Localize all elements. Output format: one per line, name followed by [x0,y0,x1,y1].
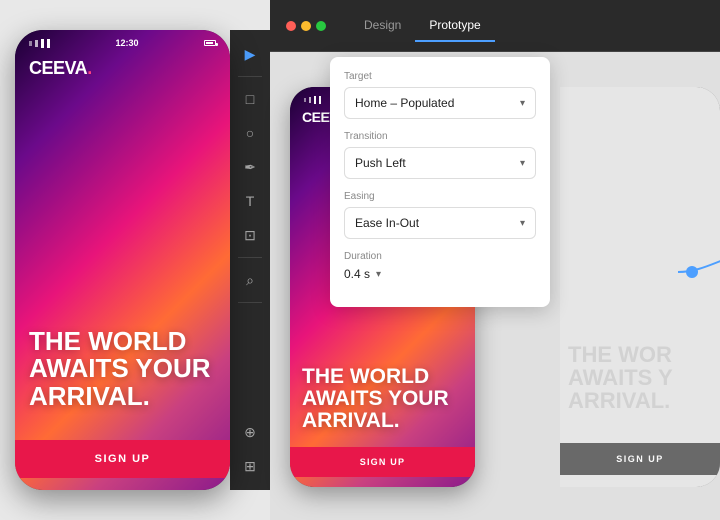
duration-value: 0.4 s [344,267,370,281]
transition-value: Push Left [355,156,406,170]
easing-value: Ease In-Out [355,216,419,230]
connection-dot [686,266,698,278]
tool-divider-3 [238,302,262,303]
easing-label: Easing [344,191,536,202]
tool-divider-2 [238,257,262,258]
tab-prototype[interactable]: Prototype [415,10,494,42]
prototype-panel: Target Home – Populated ▾ Transition Pus… [330,57,550,307]
duration-dropdown-arrow[interactable]: ▾ [376,269,381,280]
main-content: Design Prototype 12:30 [270,0,720,520]
target-dropdown[interactable]: Home – Populated ▾ [344,87,536,119]
toolbar: ▶ □ ○ ✒ T ⊡ ⌕ ⊕ ⊞ [230,30,270,490]
tool-zoom[interactable]: ⌕ [236,266,264,294]
canvas-area: 12:30 CEEVA. THE WORLD AWAITS YOUR ARRIV… [270,52,720,520]
phone-time-left: 12:30 [115,38,138,48]
easing-dropdown-arrow: ▾ [520,218,525,229]
phone-tagline-center: THE WORLD AWAITS YOUR ARRIVAL. [302,366,465,432]
target-field: Target Home – Populated ▾ [344,71,536,119]
target-dropdown-arrow: ▾ [520,98,525,109]
phone-logo-left: CEEVA. [29,58,92,79]
easing-dropdown[interactable]: Ease In-Out ▾ [344,207,536,239]
transition-dropdown-arrow: ▾ [520,158,525,169]
phone-right-cta-text: SIGN UP [616,454,664,464]
tool-frame[interactable]: □ [236,85,264,113]
tool-select[interactable]: ▶ [236,40,264,68]
close-button[interactable] [286,21,296,31]
phone-right: THE WOR AWAITS Y ARRIVAL. SIGN UP [560,87,720,487]
phone-right-screen: THE WOR AWAITS Y ARRIVAL. SIGN UP [560,87,720,487]
transition-field: Transition Push Left ▾ [344,131,536,179]
phone-status-bar-left: 12:30 [15,38,230,48]
tab-bar: Design Prototype [350,10,495,42]
phone-left: 12:30 CEEVA. THE WORLD AWAITS YOUR ARRIV… [15,30,230,490]
target-value: Home – Populated [355,96,454,110]
phone-cta-text-left: SIGN UP [95,453,151,465]
phone-cta-text-center: SIGN UP [360,457,405,467]
phone-cta-left: SIGN UP [15,440,230,478]
tool-component[interactable]: ⊡ [236,221,264,249]
phone-tagline-left: THE WORLD AWAITS YOUR ARRIVAL. [29,328,216,410]
target-label: Target [344,71,536,82]
minimize-button[interactable] [301,21,311,31]
tool-layers[interactable]: ⊞ [236,452,264,480]
phone-left-screen: 12:30 CEEVA. THE WORLD AWAITS YOUR ARRIV… [15,30,230,490]
phone-right-cta: SIGN UP [560,443,720,475]
phone-status-icons [204,40,216,46]
tab-design[interactable]: Design [350,10,415,42]
duration-label: Duration [344,251,536,262]
signal-icons-center [304,96,321,104]
transition-dropdown[interactable]: Push Left ▾ [344,147,536,179]
signal-icons [29,39,50,48]
tool-text[interactable]: T [236,187,264,215]
app-container: 12:30 CEEVA. THE WORLD AWAITS YOUR ARRIV… [0,0,720,520]
tool-shape[interactable]: ○ [236,119,264,147]
maximize-button[interactable] [316,21,326,31]
duration-row: 0.4 s ▾ [344,267,536,281]
traffic-lights [286,21,326,31]
easing-field: Easing Ease In-Out ▾ [344,191,536,239]
tool-divider-1 [238,76,262,77]
phone-cta-center: SIGN UP [290,447,475,477]
tool-pen[interactable]: ✒ [236,153,264,181]
tool-inspect[interactable]: ⊕ [236,418,264,446]
phone-right-tagline: THE WOR AWAITS Y ARRIVAL. [568,343,716,412]
top-bar: Design Prototype [270,0,720,52]
duration-field: Duration 0.4 s ▾ [344,251,536,281]
transition-label: Transition [344,131,536,142]
